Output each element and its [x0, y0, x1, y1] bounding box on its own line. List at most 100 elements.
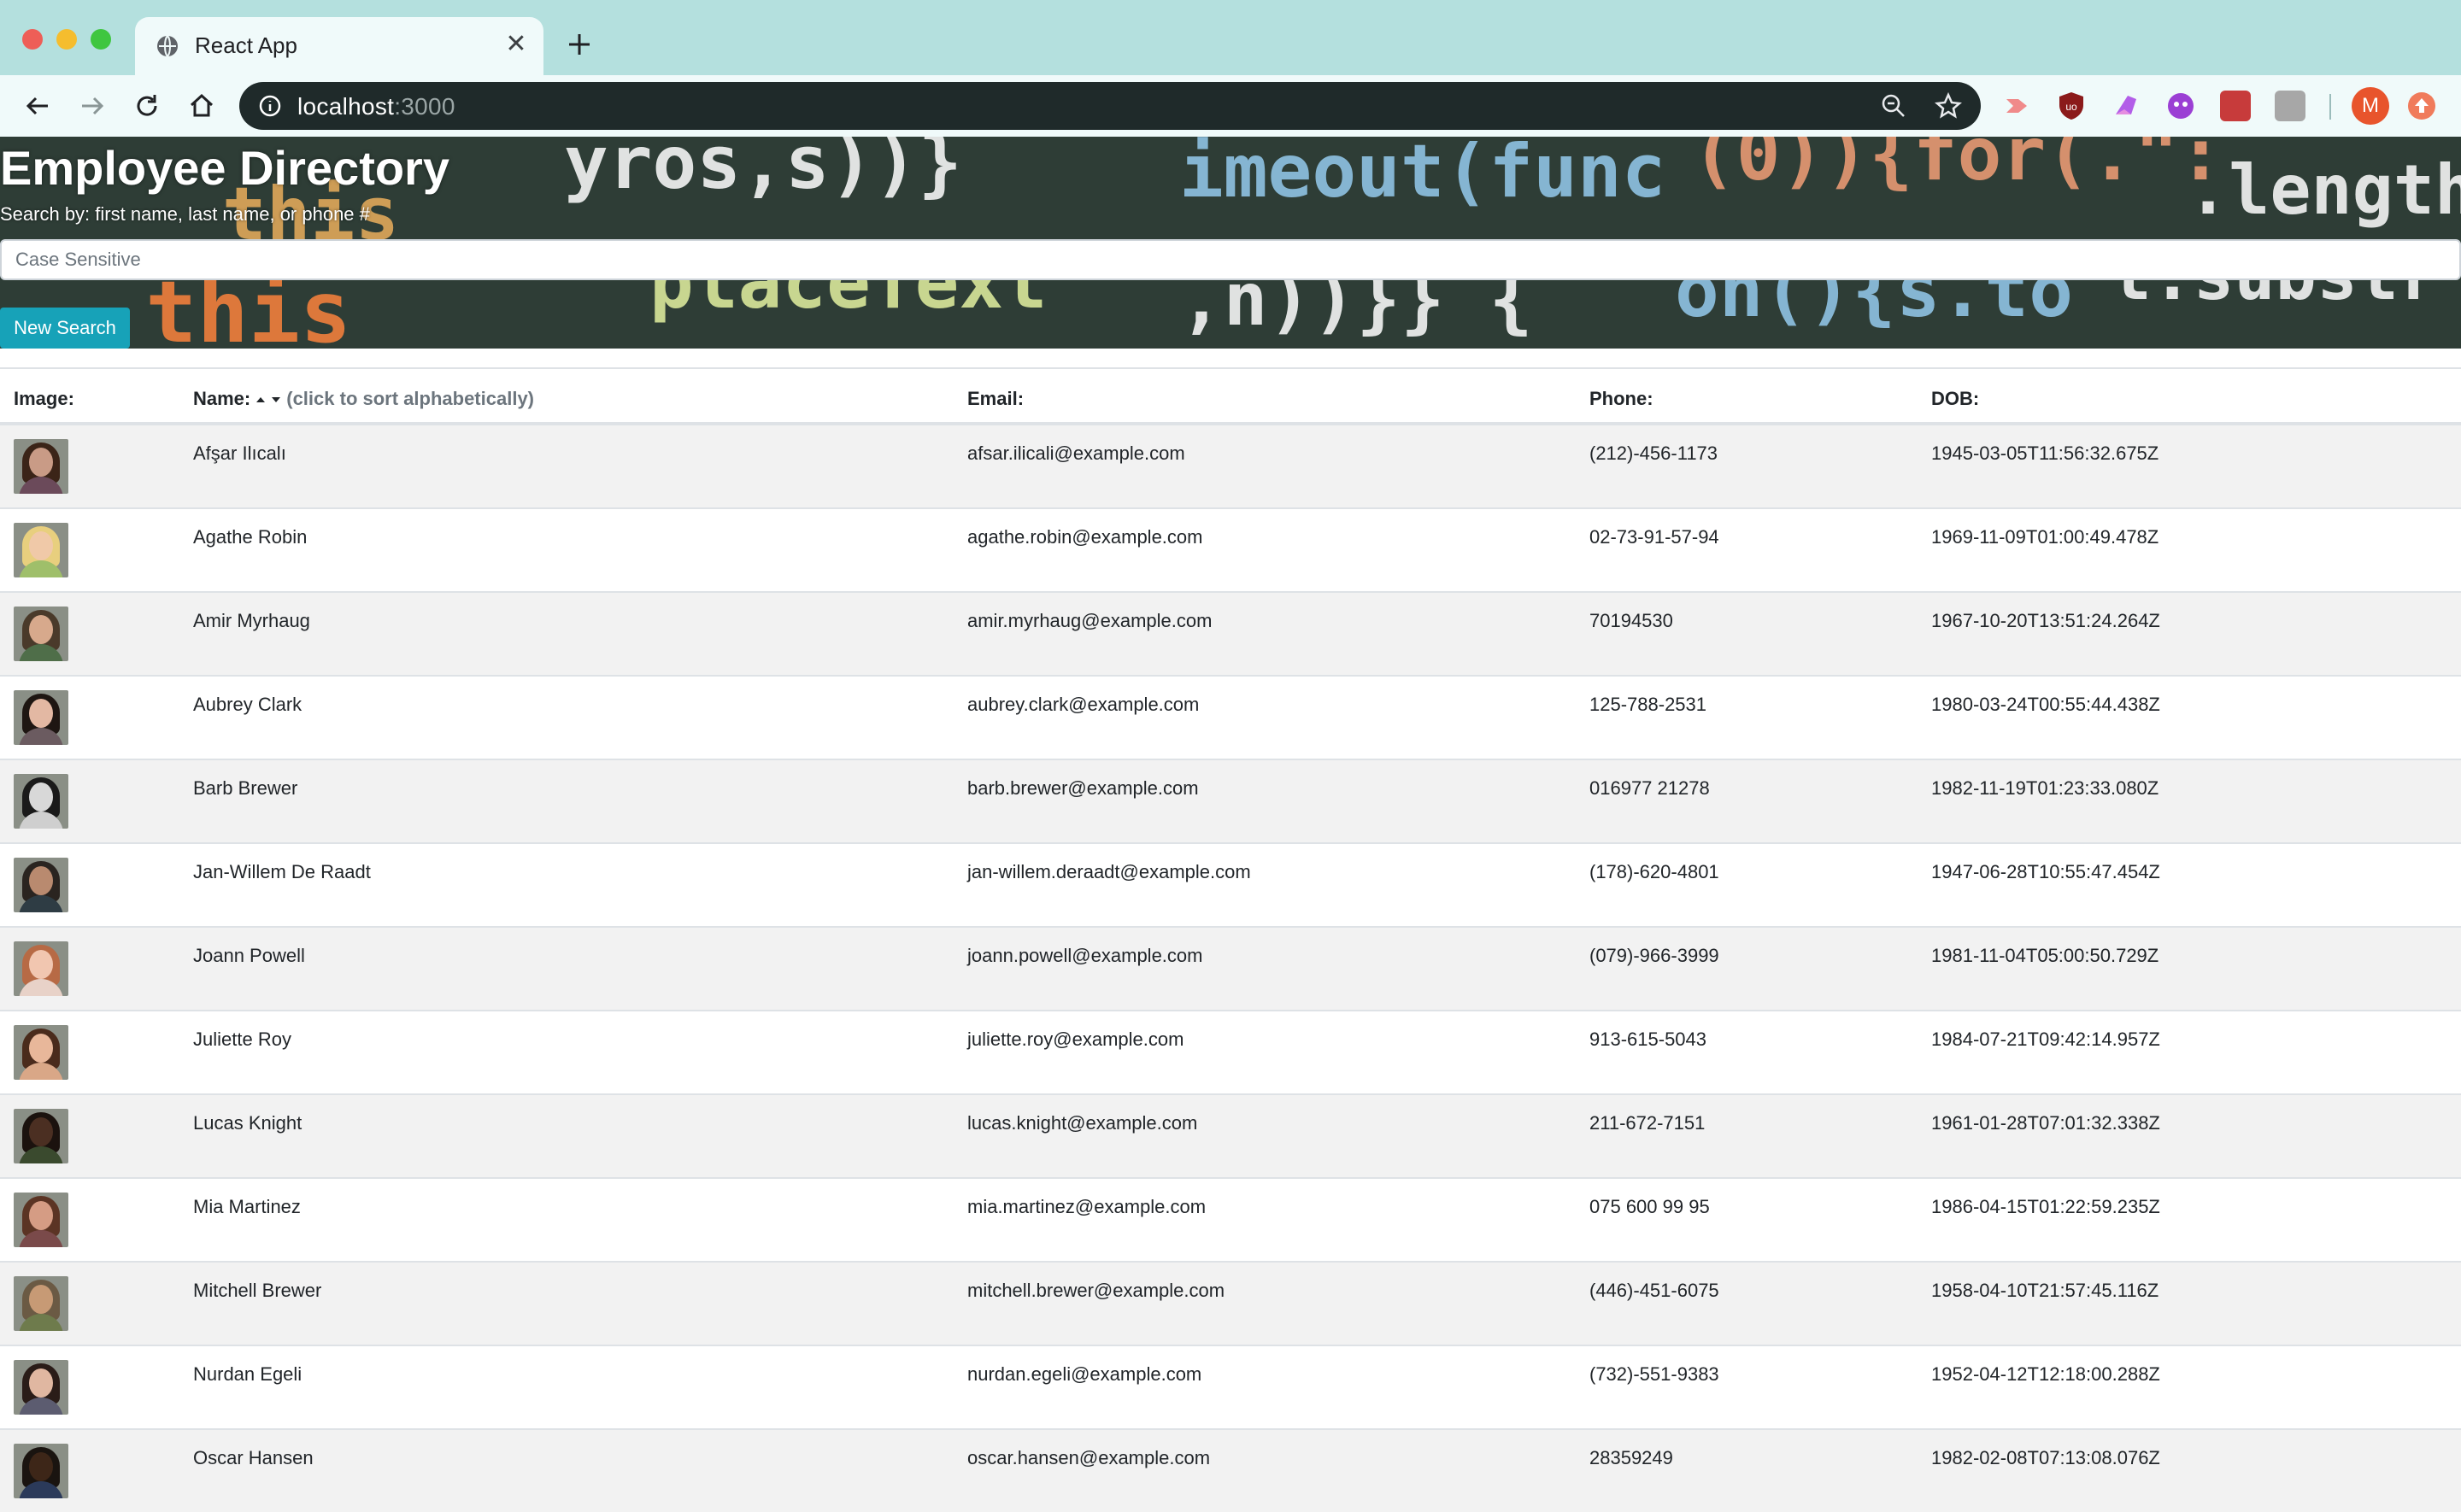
- svg-text:yros,s))}: yros,s))}: [564, 137, 962, 206]
- cell-name: Aubrey Clark: [193, 694, 302, 715]
- cell-email: barb.brewer@example.com: [967, 777, 1199, 799]
- extension-gray-icon[interactable]: [2275, 91, 2305, 121]
- cell-name: Mia Martinez: [193, 1196, 301, 1217]
- cell-phone: 211-672-7151: [1589, 1112, 1706, 1134]
- employee-photo: [14, 523, 68, 577]
- cell-phone: 70194530: [1589, 610, 1673, 631]
- maximize-window-button[interactable]: [91, 29, 111, 50]
- header-image: Image:: [14, 388, 74, 409]
- update-icon[interactable]: [2406, 91, 2437, 121]
- close-window-button[interactable]: [22, 29, 43, 50]
- zoom-icon[interactable]: [1880, 92, 1907, 120]
- cell-name: Joann Powell: [193, 945, 305, 966]
- toolbar-separator: [2329, 94, 2331, 120]
- extension-red-icon[interactable]: [2220, 91, 2251, 121]
- forward-arrow-icon[interactable]: [77, 91, 108, 121]
- header-dob: DOB:: [1931, 388, 1980, 409]
- info-icon[interactable]: [258, 94, 282, 118]
- header-banner: yros,s))} imeout(func (0)){for(.": .leng…: [0, 137, 2461, 349]
- table-row: Nurdan Egeli nurdan.egeli@example.com (732…: [0, 1345, 2461, 1428]
- browser-tab[interactable]: React App ✕: [135, 17, 543, 75]
- minimize-window-button[interactable]: [56, 29, 77, 50]
- cell-email: afsar.ilicali@example.com: [967, 442, 1185, 464]
- table-row: Mitchell Brewer mitchell.brewer@example.c…: [0, 1261, 2461, 1345]
- cell-name: Oscar Hansen: [193, 1447, 314, 1468]
- employee-photo: [14, 1360, 68, 1415]
- new-search-button[interactable]: New Search: [0, 308, 130, 349]
- employee-photo: [14, 1025, 68, 1080]
- cell-dob: 1952-04-12T12:18:00.288Z: [1931, 1363, 2160, 1385]
- extension-purple-icon[interactable]: [2111, 91, 2141, 121]
- table-row: Amir Myrhaug amir.myrhaug@example.com 7019…: [0, 591, 2461, 675]
- cell-dob: 1967-10-20T13:51:24.264Z: [1931, 610, 2160, 631]
- cell-email: nurdan.egeli@example.com: [967, 1363, 1202, 1385]
- home-icon[interactable]: [186, 91, 217, 121]
- employee-photo: [14, 1444, 68, 1498]
- cell-dob: 1947-06-28T10:55:47.454Z: [1931, 861, 2160, 882]
- sort-arrows-icon[interactable]: [254, 393, 283, 407]
- cell-email: mitchell.brewer@example.com: [967, 1280, 1225, 1301]
- employee-photo: [14, 858, 68, 912]
- cell-dob: 1969-11-09T01:00:49.478Z: [1931, 526, 2159, 548]
- cell-name: Juliette Roy: [193, 1029, 291, 1050]
- close-tab-icon[interactable]: ✕: [502, 31, 530, 58]
- tab-title: React App: [195, 32, 297, 58]
- sort-hint[interactable]: (click to sort alphabetically): [286, 388, 534, 409]
- cell-name: Agathe Robin: [193, 526, 308, 548]
- table-row: Oscar Hansen oscar.hansen@example.com 2835…: [0, 1428, 2461, 1512]
- svg-text:imeout(func: imeout(func: [1179, 137, 1666, 214]
- cell-phone: (732)-551-9383: [1589, 1363, 1719, 1385]
- cell-phone: (178)-620-4801: [1589, 861, 1719, 882]
- extension-arrow-icon[interactable]: [2003, 91, 2034, 121]
- table-row: Afşar Ilıcalı afsar.ilicali@example.com (2…: [0, 424, 2461, 507]
- back-arrow-icon[interactable]: [22, 91, 53, 121]
- cell-phone: 913-615-5043: [1589, 1029, 1707, 1050]
- cell-name: Lucas Knight: [193, 1112, 302, 1134]
- cell-dob: 1982-11-19T01:23:33.080Z: [1931, 777, 2159, 799]
- cell-dob: 1981-11-04T05:00:50.729Z: [1931, 945, 2159, 966]
- cell-phone: (446)-451-6075: [1589, 1280, 1719, 1301]
- cell-name: Barb Brewer: [193, 777, 298, 799]
- employee-photo: [14, 774, 68, 829]
- cell-name: Jan-Willem De Raadt: [193, 861, 371, 882]
- reload-icon[interactable]: [132, 91, 162, 121]
- profile-avatar[interactable]: M: [2352, 87, 2389, 125]
- table-row: Mia Martinez mia.martinez@example.com 075 …: [0, 1177, 2461, 1261]
- extension-face-icon[interactable]: [2165, 91, 2196, 121]
- cell-phone: (079)-966-3999: [1589, 945, 1719, 966]
- cell-name: Amir Myrhaug: [193, 610, 310, 631]
- new-tab-icon[interactable]: [564, 29, 595, 60]
- cell-email: joann.powell@example.com: [967, 945, 1203, 966]
- cell-email: mia.martinez@example.com: [967, 1196, 1207, 1217]
- cell-phone: 016977 21278: [1589, 777, 1710, 799]
- url-text: localhost:3000: [297, 93, 455, 120]
- table-row: Jan-Willem De Raadt jan-willem.deraadt@ex…: [0, 842, 2461, 926]
- table-body: Afşar Ilıcalı afsar.ilicali@example.com (2…: [0, 424, 2461, 1512]
- cell-email: lucas.knight@example.com: [967, 1112, 1198, 1134]
- header-name[interactable]: Name: (click to sort alphabetically): [193, 388, 534, 410]
- cell-name: Mitchell Brewer: [193, 1280, 322, 1301]
- address-bar[interactable]: localhost:3000: [239, 82, 1981, 130]
- table-row: Lucas Knight lucas.knight@example.com 211-…: [0, 1093, 2461, 1177]
- cell-email: amir.myrhaug@example.com: [967, 610, 1213, 631]
- cell-dob: 1982-02-08T07:13:08.076Z: [1931, 1447, 2160, 1468]
- employee-photo: [14, 607, 68, 661]
- search-input[interactable]: [0, 239, 2461, 280]
- browser-toolbar: localhost:3000 uo M: [0, 75, 2461, 137]
- svg-text:.length,n=: .length,n=: [2188, 150, 2461, 230]
- employee-photo: [14, 941, 68, 996]
- employee-photo: [14, 439, 68, 494]
- cell-dob: 1961-01-28T07:01:32.338Z: [1931, 1112, 2160, 1134]
- cell-dob: 1958-04-10T21:57:45.116Z: [1931, 1280, 2159, 1301]
- table-row: Joann Powell joann.powell@example.com (079…: [0, 926, 2461, 1010]
- cell-phone: 125-788-2531: [1589, 694, 1707, 715]
- employee-photo: [14, 690, 68, 745]
- ublock-icon[interactable]: uo: [2056, 91, 2087, 121]
- header-phone: Phone:: [1589, 388, 1653, 409]
- cell-email: jan-willem.deraadt@example.com: [967, 861, 1251, 882]
- svg-text:uo: uo: [2065, 101, 2077, 113]
- cell-dob: 1986-04-15T01:22:59.235Z: [1931, 1196, 2160, 1217]
- bookmark-star-icon[interactable]: [1935, 92, 1962, 120]
- employee-photo: [14, 1109, 68, 1163]
- browser-titlebar: React App ✕: [0, 0, 2461, 75]
